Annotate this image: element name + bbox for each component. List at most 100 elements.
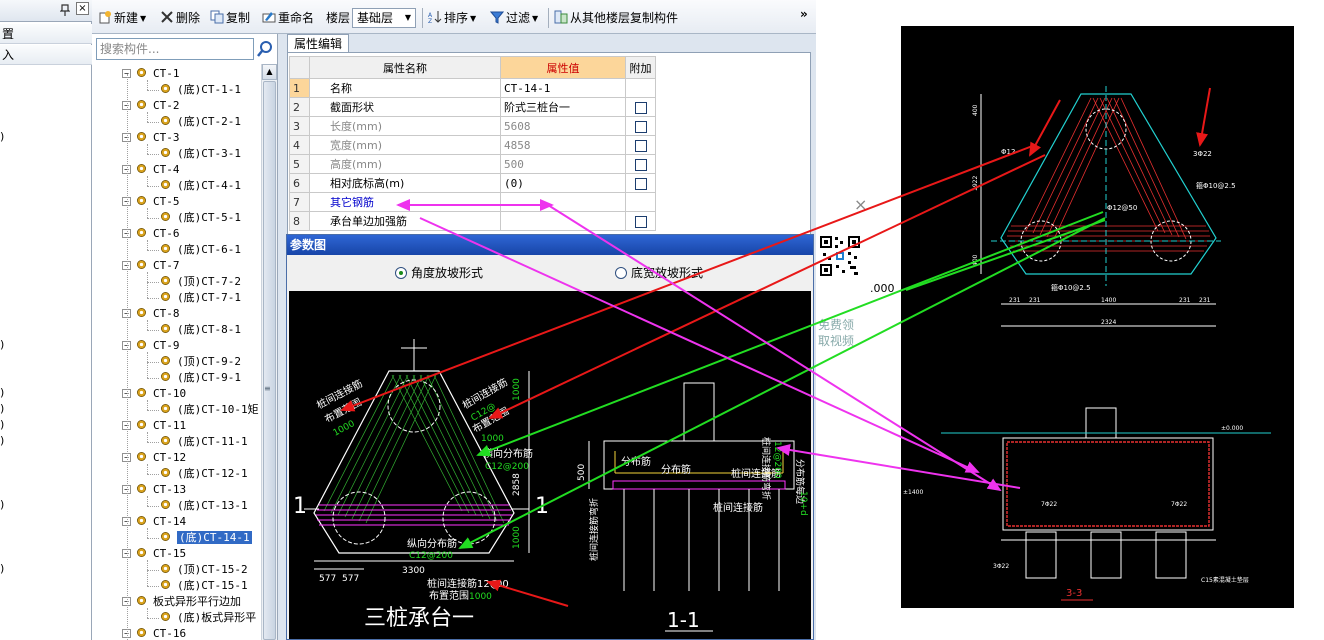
tree-group-item[interactable]: − CT-1 bbox=[122, 66, 180, 82]
extra-checkbox[interactable] bbox=[634, 158, 647, 171]
left-panel-row[interactable]: 入 bbox=[0, 45, 92, 65]
property-value[interactable]: 阶式三桩台一 bbox=[500, 97, 626, 117]
tree-group-item[interactable]: − CT-7 bbox=[122, 258, 180, 274]
gear-icon bbox=[161, 372, 170, 381]
rename-button[interactable]: 重命名 bbox=[262, 9, 314, 27]
property-value[interactable]: 500 bbox=[500, 154, 626, 174]
delete-button[interactable]: 删除 bbox=[160, 9, 200, 27]
tree-group-item[interactable]: − CT-10 bbox=[122, 386, 186, 402]
tree-group-item[interactable]: − CT-15 bbox=[122, 546, 186, 562]
tree-leaf-item[interactable]: (底)板式异形平 bbox=[160, 610, 256, 626]
section-mark-left: 1 bbox=[293, 494, 307, 519]
tree-leaf-item[interactable]: (底)CT-3-1 bbox=[160, 146, 241, 162]
extra-checkbox[interactable] bbox=[634, 101, 647, 114]
tree-group-item[interactable]: − CT-14 bbox=[122, 514, 186, 530]
tree-leaf-item[interactable]: (底)CT-2-1 bbox=[160, 114, 241, 130]
tree-leaf-item[interactable]: (底)CT-4-1 bbox=[160, 178, 241, 194]
tree-connector bbox=[147, 538, 159, 539]
tree-connector bbox=[147, 176, 148, 186]
new-button[interactable]: 新建 ▼ bbox=[98, 9, 146, 27]
tree-leaf-item[interactable]: (顶)CT-15-2 bbox=[160, 562, 248, 578]
search-button[interactable] bbox=[256, 39, 274, 59]
extra-checkbox[interactable] bbox=[634, 139, 647, 152]
property-value[interactable] bbox=[500, 192, 626, 212]
property-row[interactable]: 1 名称 CT-14-1 bbox=[289, 78, 656, 98]
radio-angle-slope[interactable]: 角度放坡形式 bbox=[395, 265, 483, 281]
tree-leaf-item[interactable]: (顶)CT-9-2 bbox=[160, 354, 241, 370]
extra-cell bbox=[625, 211, 656, 231]
radio-width-slope[interactable]: 底宽放坡形式 bbox=[615, 265, 703, 281]
property-name: 名称 bbox=[309, 78, 501, 98]
property-value[interactable]: CT-14-1 bbox=[500, 78, 626, 98]
tree-group-item[interactable]: − CT-4 bbox=[122, 162, 180, 178]
scroll-thumb[interactable] bbox=[263, 81, 276, 640]
tree-leaf-item[interactable]: (底)CT-11-1 bbox=[160, 434, 248, 450]
property-value[interactable] bbox=[500, 211, 626, 231]
radio-angle-label: 角度放坡形式 bbox=[411, 266, 484, 280]
pin-icon[interactable] bbox=[59, 4, 71, 19]
cad-dim-t2: 1922 bbox=[972, 176, 979, 191]
property-name[interactable]: 其它钢筋 bbox=[309, 192, 501, 212]
tree-leaf-item[interactable]: (底)CT-5-1 bbox=[160, 210, 241, 226]
scroll-up-button[interactable]: ▲ bbox=[262, 64, 277, 80]
cad-dim-b1: 231 bbox=[1009, 297, 1021, 304]
section-caption: 1-1 bbox=[667, 608, 700, 632]
property-row[interactable]: 6 相对底标高(m) (0) bbox=[289, 173, 656, 193]
tree-group-item[interactable]: − CT-9 bbox=[122, 338, 180, 354]
tree-group-item[interactable]: − 板式异形平行边加 bbox=[122, 594, 241, 610]
tree-group-item[interactable]: − CT-8 bbox=[122, 306, 180, 322]
tree-connector bbox=[147, 144, 148, 154]
property-value[interactable]: (0) bbox=[500, 173, 626, 193]
property-value[interactable]: 5608 bbox=[500, 116, 626, 136]
tree-group-item[interactable]: − CT-5 bbox=[122, 194, 180, 210]
copy-button[interactable]: 复制 bbox=[210, 9, 250, 27]
filter-button[interactable]: 过滤 ▼ bbox=[490, 9, 538, 27]
property-value[interactable]: 4858 bbox=[500, 135, 626, 155]
promo-box: × 免费领 取视频 bbox=[816, 195, 870, 360]
tree-leaf-item[interactable]: (顶)CT-7-2 bbox=[160, 274, 241, 290]
tree-leaf-item[interactable]: (底)CT-13-1 bbox=[160, 498, 248, 514]
tree-leaf-item[interactable]: (底)CT-10-1矩 bbox=[160, 402, 259, 418]
tree-leaf-item[interactable]: (底)CT-9-1 bbox=[160, 370, 241, 386]
property-row[interactable]: 8 承台单边加强筋 bbox=[289, 211, 656, 231]
extra-checkbox[interactable] bbox=[634, 177, 647, 190]
section-vert-left: 桩间连接筋弯折 bbox=[588, 498, 600, 561]
promo-text-line: 免费领 bbox=[818, 318, 855, 332]
promo-text[interactable]: 免费领 取视频 bbox=[818, 317, 868, 349]
left-panel-row[interactable]: 置 bbox=[0, 24, 92, 44]
tree-group-item[interactable]: − CT-16 bbox=[122, 626, 186, 640]
tab-property-edit[interactable]: 属性编辑 bbox=[287, 34, 350, 52]
extra-checkbox[interactable] bbox=[634, 215, 647, 228]
tree-group-item[interactable]: − CT-2 bbox=[122, 98, 180, 114]
sort-button[interactable]: A Z 排序 ▼ bbox=[428, 9, 476, 27]
tree-leaf-item[interactable]: (底)CT-14-1 bbox=[160, 530, 252, 546]
search-input[interactable]: 搜索构件... bbox=[96, 38, 254, 60]
close-icon[interactable]: × bbox=[854, 195, 867, 214]
row-number: 6 bbox=[289, 173, 310, 193]
property-row[interactable]: 3 长度(mm) 5608 bbox=[289, 116, 656, 136]
tree-group-item[interactable]: − CT-3 bbox=[122, 130, 180, 146]
tree-scrollbar[interactable]: ▲ ≡ bbox=[261, 64, 277, 640]
toolbar-overflow-button[interactable]: » bbox=[800, 5, 808, 23]
property-row[interactable]: 2 截面形状 阶式三桩台一 bbox=[289, 97, 656, 117]
tree-leaf-item[interactable]: (底)CT-1-1 bbox=[160, 82, 241, 98]
qr-code-icon[interactable] bbox=[819, 235, 861, 277]
close-panel-button[interactable]: × bbox=[76, 2, 89, 15]
extra-checkbox[interactable] bbox=[634, 120, 647, 133]
tree-leaf-item[interactable]: (底)CT-7-1 bbox=[160, 290, 241, 306]
tree-leaf-item[interactable]: (底)CT-6-1 bbox=[160, 242, 241, 258]
tree-connector bbox=[147, 352, 148, 378]
tree-leaf-item[interactable]: (底)CT-15-1 bbox=[160, 578, 248, 594]
tree-group-item[interactable]: − CT-12 bbox=[122, 450, 186, 466]
copy-from-floor-button[interactable]: 从其他楼层复制构件 bbox=[554, 9, 678, 27]
extra-cell bbox=[625, 154, 656, 174]
property-row[interactable]: 4 宽度(mm) 4858 bbox=[289, 135, 656, 155]
tree-group-item[interactable]: − CT-13 bbox=[122, 482, 186, 498]
property-row[interactable]: 5 高度(mm) 500 bbox=[289, 154, 656, 174]
tree-group-item[interactable]: − CT-6 bbox=[122, 226, 180, 242]
tree-group-item[interactable]: − CT-11 bbox=[122, 418, 186, 434]
property-row[interactable]: 7 其它钢筋 bbox=[289, 192, 656, 212]
tree-leaf-item[interactable]: (底)CT-8-1 bbox=[160, 322, 241, 338]
tree-leaf-item[interactable]: (底)CT-12-1 bbox=[160, 466, 248, 482]
floor-select[interactable]: 基础层 ▼ bbox=[352, 8, 416, 28]
